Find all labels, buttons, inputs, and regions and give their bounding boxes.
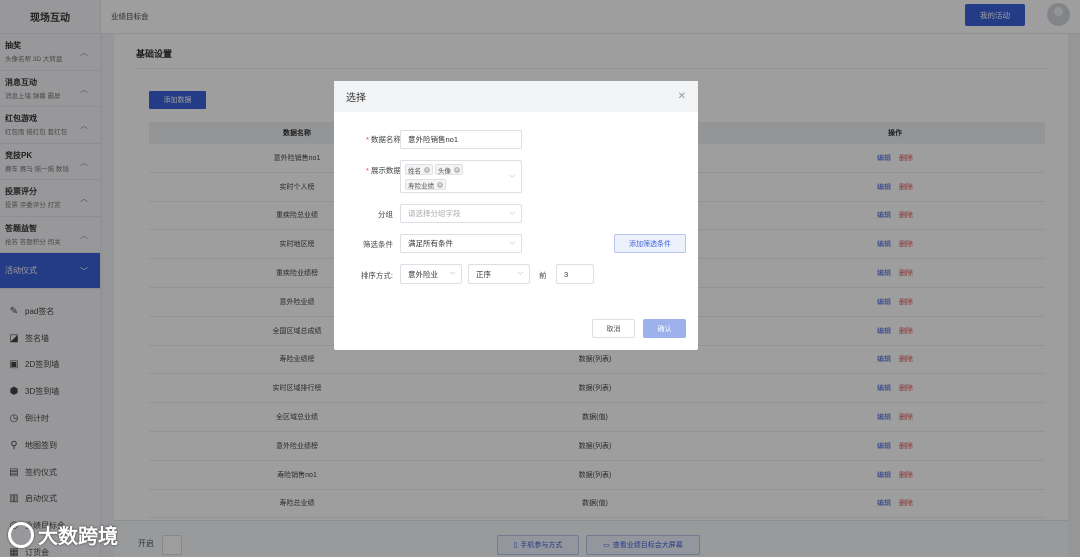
tag-avatar[interactable]: 头像 ✕: [435, 164, 463, 175]
tag-close-icon[interactable]: ✕: [437, 181, 443, 188]
tag-close-icon[interactable]: ✕: [424, 166, 430, 173]
sort-order-select[interactable]: 正序 ⌵: [468, 264, 530, 284]
name-label: * 数据名称:: [365, 135, 403, 144]
data-name-input[interactable]: 意外险销售no1: [400, 130, 522, 149]
tag-name[interactable]: 姓名 ✕: [405, 164, 433, 175]
display-label: * 展示数据:: [365, 166, 403, 175]
tag-label: 寿险业绩: [408, 182, 434, 190]
sort-order-value: 正序: [476, 269, 491, 279]
group-select[interactable]: 请选择分组字段 ⌵: [400, 204, 522, 223]
close-icon[interactable]: ✕: [678, 91, 686, 102]
filter-select[interactable]: 满足所有条件 ⌵: [400, 234, 522, 253]
tag-close-icon[interactable]: ✕: [454, 166, 460, 173]
display-label-text: 展示数据:: [370, 166, 403, 175]
tag-label: 姓名: [408, 167, 421, 175]
chevron-down-icon: ⌵: [509, 209, 515, 217]
top-n-label: 前: [539, 271, 547, 280]
chevron-down-icon: ⌵: [449, 269, 455, 277]
chevron-down-icon: ⌵: [517, 269, 523, 277]
watermark: 大数跨境: [8, 520, 118, 549]
add-filter-button[interactable]: 添加筛选条件: [614, 234, 686, 253]
group-label: 分组: [378, 210, 393, 219]
group-placeholder: 请选择分组字段: [408, 209, 461, 218]
dialog-title: 选择: [334, 81, 698, 112]
select-dialog: 选择 ✕ * 数据名称: 意外险销售no1 * 展示数据: 姓名 ✕ 头像 ✕ 寿险业绩…: [334, 81, 698, 350]
sort-field-value: 意外险业: [408, 269, 438, 279]
chevron-down-icon: ⌵: [509, 239, 515, 247]
sort-field-select[interactable]: 意外险业 ⌵: [400, 264, 462, 284]
display-data-select[interactable]: 姓名 ✕ 头像 ✕ 寿险业绩 ✕ ⌵: [400, 160, 522, 193]
name-label-text: 数据名称:: [370, 135, 403, 144]
watermark-logo-icon: [8, 521, 34, 548]
top-n-value: 3: [564, 269, 569, 279]
tag-performance[interactable]: 寿险业绩 ✕: [405, 179, 446, 190]
top-n-input[interactable]: 3: [556, 264, 594, 284]
filter-value: 满足所有条件: [408, 239, 453, 248]
filter-label: 筛选条件: [363, 240, 393, 249]
data-name-value: 意外险销售no1: [408, 135, 459, 144]
watermark-text: 大数跨境: [38, 526, 118, 548]
chevron-down-icon: ⌵: [509, 172, 515, 180]
tag-label: 头像: [438, 167, 451, 175]
cancel-button[interactable]: 取消: [592, 319, 635, 338]
sort-label: 排序方式:: [360, 271, 393, 280]
confirm-button[interactable]: 确认: [643, 319, 686, 338]
